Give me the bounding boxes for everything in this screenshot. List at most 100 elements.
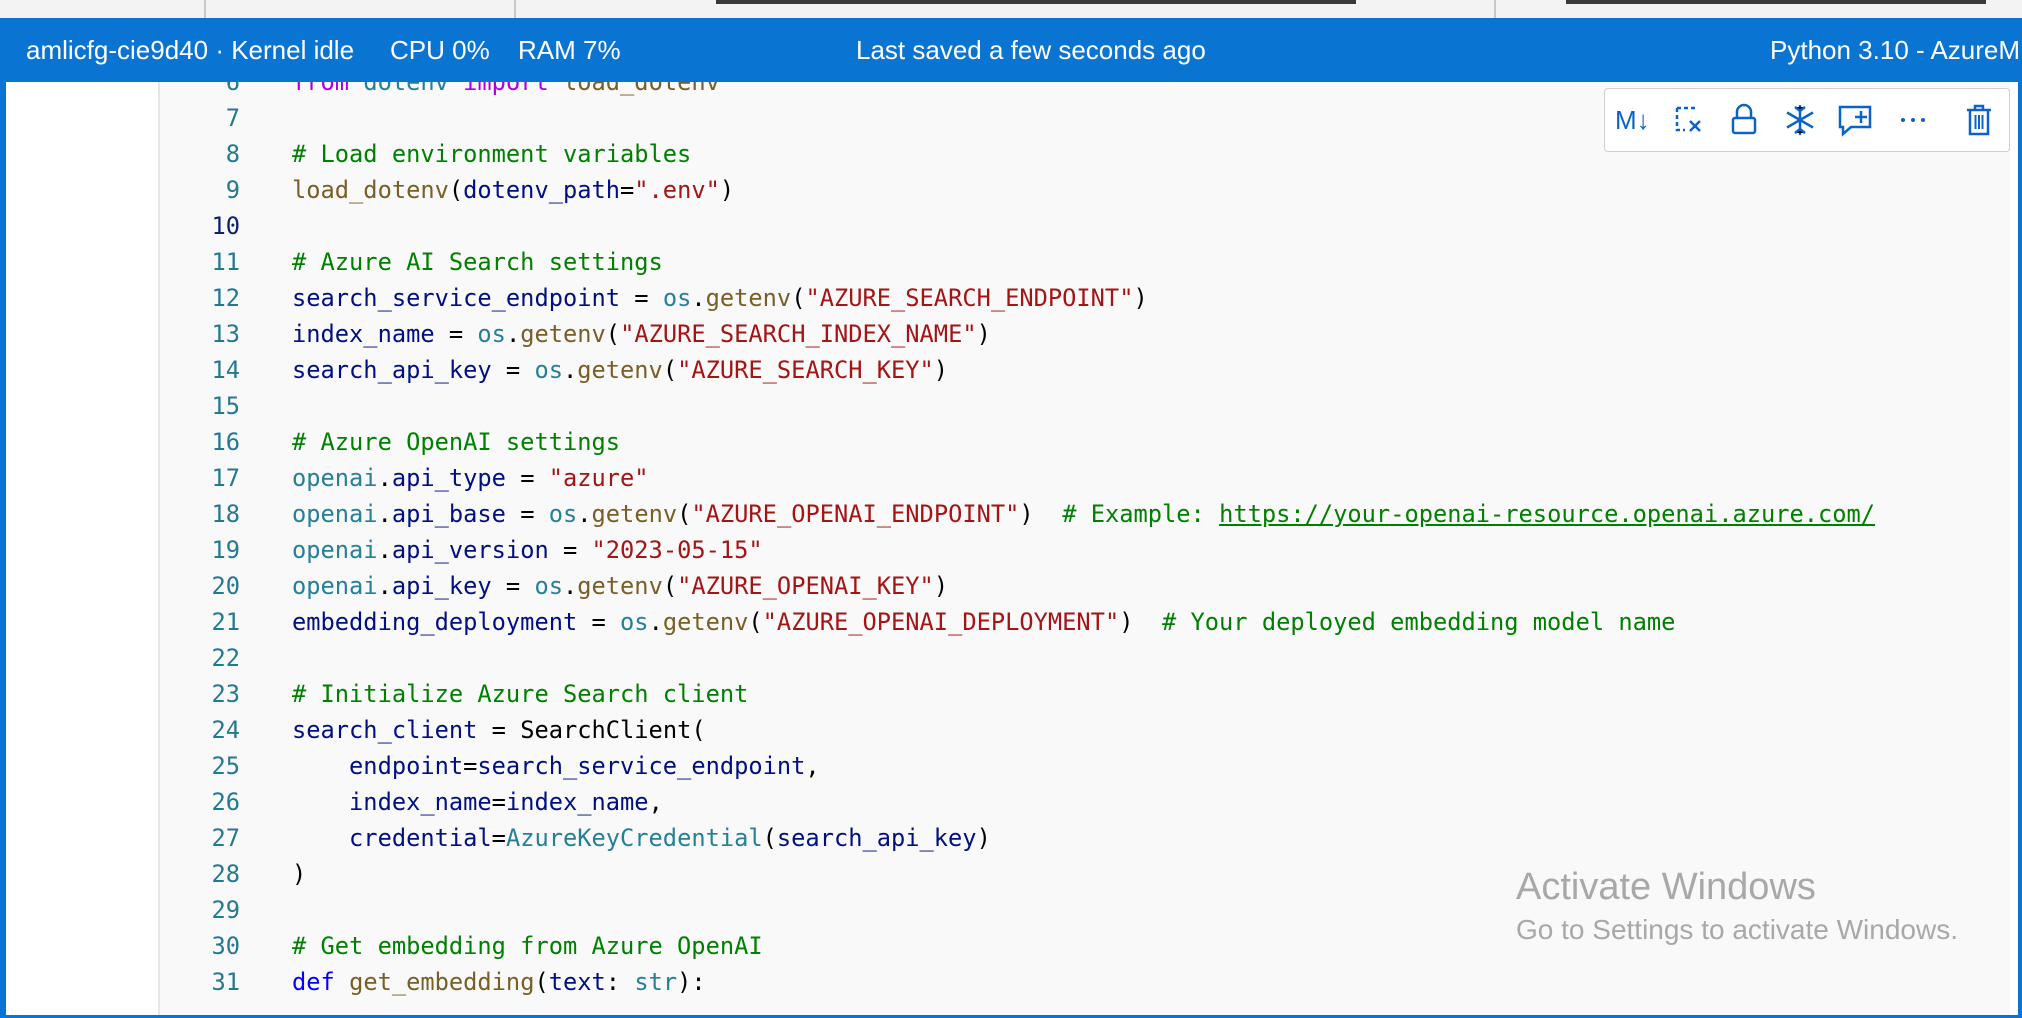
code-token: search_api_key (292, 356, 492, 384)
code-line[interactable]: 12 search_service_endpoint = os.getenv("A… (160, 280, 2010, 316)
code-line[interactable]: 27 credential=AzureKeyCredential(search_… (160, 820, 2010, 856)
line-number: 10 (211, 212, 240, 240)
code-line[interactable]: 13 index_name = os.getenv("AZURE_SEARCH_I… (160, 316, 2010, 352)
code-line[interactable]: 18 openai.api_base = os.getenv("AZURE_OPE… (160, 496, 2010, 532)
cell-gutter[interactable] (6, 82, 158, 1015)
line-number: 17 (211, 464, 240, 492)
code-line[interactable]: 21 embedding_deployment = os.getenv("AZUR… (160, 604, 2010, 640)
code-token: ( (762, 824, 777, 852)
code-text[interactable]: load_dotenv(dotenv_path=".env") (292, 172, 734, 208)
code-text[interactable]: openai.api_version = "2023-05-15" (292, 532, 763, 568)
strip-tab-indicator (716, 0, 1356, 4)
code-line[interactable]: 10 (160, 208, 2010, 244)
line-number: 6 (225, 82, 240, 96)
markdown-toggle-icon[interactable]: M↓ (1611, 98, 1655, 142)
code-token: get_embedding (349, 968, 535, 996)
code-text[interactable]: # Azure OpenAI settings (292, 424, 620, 460)
code-token: os (477, 320, 506, 348)
code-token: = (505, 500, 549, 528)
lock-icon[interactable] (1722, 98, 1766, 142)
freeze-icon[interactable] (1778, 98, 1822, 142)
watermark-title: Activate Windows (1516, 866, 1816, 908)
code-text[interactable]: # Initialize Azure Search client (292, 676, 748, 712)
code-text[interactable]: from dotenv import load_dotenv (292, 82, 720, 100)
code-token: index_name (505, 788, 649, 816)
code-token: . (377, 464, 392, 492)
code-line[interactable]: 25 endpoint=search_service_endpoint, (160, 748, 2010, 784)
more-icon[interactable] (1891, 98, 1935, 142)
code-line[interactable]: 11 # Azure AI Search settings (160, 244, 2010, 280)
code-text[interactable]: search_client = SearchClient( (292, 712, 706, 748)
line-number: 14 (211, 356, 240, 384)
code-token: = (548, 536, 592, 564)
delete-icon[interactable] (1957, 98, 2001, 142)
code-line[interactable]: 24 search_client = SearchClient( (160, 712, 2010, 748)
code-text[interactable]: openai.api_type = "azure" (292, 460, 649, 496)
code-token: index_name (292, 320, 435, 348)
code-token: api_base (391, 500, 506, 528)
code-token: credential (349, 824, 492, 852)
code-token: "AZURE_SEARCH_KEY" (677, 356, 934, 384)
code-token: "AZURE_SEARCH_INDEX_NAME" (620, 320, 977, 348)
code-token: . (377, 572, 392, 600)
code-token: str (634, 968, 678, 996)
code-line[interactable]: 15 (160, 388, 2010, 424)
code-line[interactable]: 20 openai.api_key = os.getenv("AZURE_OPEN… (160, 568, 2010, 604)
code-token: # Azure AI Search settings (292, 248, 663, 276)
clear-output-icon[interactable] (1667, 98, 1711, 142)
code-token: openai (292, 572, 378, 600)
strip-tab-indicator (1566, 0, 1986, 4)
code-line[interactable]: 23 # Initialize Azure Search client (160, 676, 2010, 712)
code-text[interactable]: search_service_endpoint = os.getenv("AZU… (292, 280, 1148, 316)
code-token: from (292, 82, 350, 96)
code-line[interactable]: 14 search_api_key = os.getenv("AZURE_SEAR… (160, 352, 2010, 388)
code-token: "azure" (548, 464, 649, 492)
code-text[interactable]: openai.api_base = os.getenv("AZURE_OPENA… (292, 496, 1875, 532)
code-text[interactable]: credential=AzureKeyCredential(search_api… (292, 820, 991, 856)
code-token: : (605, 968, 635, 996)
code-token: , (805, 752, 820, 780)
code-text[interactable]: # Load environment variables (292, 136, 691, 172)
code-line[interactable]: 19 openai.api_version = "2023-05-15" (160, 532, 2010, 568)
code-text[interactable]: def get_embedding(text: str): (292, 964, 706, 1000)
code-token: ) (1119, 608, 1162, 636)
code-text[interactable]: openai.api_key = os.getenv("AZURE_OPENAI… (292, 568, 948, 604)
code-line[interactable]: 17 openai.api_type = "azure" (160, 460, 2010, 496)
code-text[interactable]: index_name = os.getenv("AZURE_SEARCH_IND… (292, 316, 991, 352)
code-token: endpoint (349, 752, 464, 780)
code-text[interactable]: ) (292, 856, 306, 892)
code-token: openai (292, 536, 378, 564)
code-token: openai (292, 500, 378, 528)
add-comment-icon[interactable] (1833, 98, 1877, 142)
code-token: # Initialize Azure Search client (292, 680, 749, 708)
code-line[interactable]: 9 load_dotenv(dotenv_path=".env") (160, 172, 2010, 208)
code-line[interactable]: 22 (160, 640, 2010, 676)
code-text[interactable]: endpoint=search_service_endpoint, (292, 748, 820, 784)
line-number: 7 (225, 104, 240, 132)
code-token: ".env" (634, 176, 720, 204)
code-token: ( (448, 176, 464, 204)
code-token: . (377, 536, 392, 564)
code-line[interactable]: 16 # Azure OpenAI settings (160, 424, 2010, 460)
code-token: dotenv (363, 82, 449, 96)
line-number: 11 (211, 248, 240, 276)
code-line[interactable]: 31 def get_embedding(text: str): (160, 964, 2010, 1000)
code-text[interactable]: # Azure AI Search settings (292, 244, 663, 280)
code-token: = (491, 788, 506, 816)
code-token: ) (719, 176, 735, 204)
code-text[interactable]: search_api_key = os.getenv("AZURE_SEARCH… (292, 352, 948, 388)
code-text[interactable]: # Get embedding from Azure OpenAI (292, 928, 763, 964)
code-token: "AZURE_OPENAI_KEY" (677, 572, 934, 600)
code-text[interactable]: index_name=index_name, (292, 784, 663, 820)
session-status[interactable]: amlicfg-cie9d40 · Kernel idle (26, 35, 354, 66)
code-line[interactable]: 26 index_name=index_name, (160, 784, 2010, 820)
code-token: "2023-05-15" (591, 536, 763, 564)
code-link[interactable]: https://your-openai-resource.openai.azur… (1219, 500, 1875, 528)
kernel-selector[interactable]: Python 3.10 - AzureML (1770, 35, 2022, 66)
cpu-usage: CPU 0% (390, 35, 490, 65)
code-text[interactable]: embedding_deployment = os.getenv("AZURE_… (292, 604, 1675, 640)
code-token: search_service_endpoint (477, 752, 806, 780)
code-token: . (377, 500, 392, 528)
